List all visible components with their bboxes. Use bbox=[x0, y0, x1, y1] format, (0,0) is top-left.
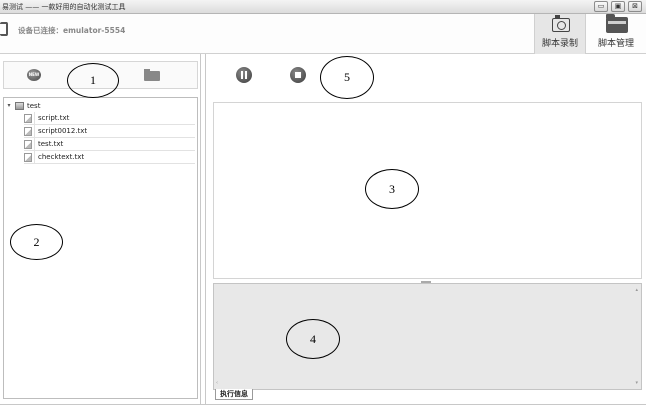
callout-3: 3 bbox=[365, 169, 419, 209]
folder-icon bbox=[606, 14, 628, 33]
status-bar bbox=[0, 404, 646, 416]
execution-panel: ▴ ▾ ‹ 执行信息 bbox=[205, 54, 646, 404]
file-name: script0012.txt bbox=[38, 127, 88, 135]
tab-execution-info[interactable]: 执行信息 bbox=[215, 389, 253, 400]
window-title: 易测试 —— 一款好用的自动化测试工具 bbox=[2, 3, 126, 11]
project-icon bbox=[15, 101, 24, 110]
pause-icon[interactable] bbox=[236, 67, 252, 83]
record-script-label: 脚本录制 bbox=[541, 39, 578, 49]
file-icon bbox=[24, 139, 32, 149]
device-status: 设备已连接：emulator-5554 bbox=[18, 26, 126, 35]
callout-5: 5 bbox=[320, 56, 374, 99]
tree-file-item[interactable]: test.txt bbox=[24, 137, 195, 151]
file-icon bbox=[24, 152, 32, 162]
callout-4: 4 bbox=[286, 319, 340, 359]
file-name: script.txt bbox=[38, 114, 70, 122]
title-bar: 易测试 —— 一款好用的自动化测试工具 ▭ ▣ ⊠ bbox=[0, 0, 646, 14]
device-icon bbox=[0, 22, 8, 36]
tree-root[interactable]: ▾ test bbox=[5, 99, 40, 112]
header: 设备已连接：emulator-5554 脚本录制 脚本管理 bbox=[0, 14, 646, 54]
callout-1: 1 bbox=[67, 63, 119, 98]
maximize-button[interactable]: ▣ bbox=[611, 1, 625, 12]
tree-file-item[interactable]: script.txt bbox=[24, 111, 195, 125]
tree-file-item[interactable]: checktext.txt bbox=[24, 150, 195, 164]
execution-log: ▴ ▾ ‹ bbox=[213, 283, 642, 390]
record-script-button[interactable]: 脚本录制 bbox=[534, 14, 586, 54]
window-controls: ▭ ▣ ⊠ bbox=[594, 1, 642, 12]
tree-root-label: test bbox=[27, 101, 41, 110]
close-button[interactable]: ⊠ bbox=[628, 1, 642, 12]
file-icon bbox=[24, 126, 32, 136]
open-folder-icon[interactable] bbox=[144, 69, 160, 81]
manage-scripts-label: 脚本管理 bbox=[597, 39, 634, 49]
scroll-down-icon[interactable]: ▾ bbox=[635, 380, 638, 386]
file-name: checktext.txt bbox=[38, 153, 85, 161]
scroll-left-icon[interactable]: ‹ bbox=[216, 380, 218, 386]
minimize-button[interactable]: ▭ bbox=[594, 1, 608, 12]
file-name: test.txt bbox=[38, 140, 64, 148]
camera-icon bbox=[552, 15, 570, 32]
new-script-button[interactable]: NEW bbox=[27, 69, 41, 81]
script-editor[interactable] bbox=[213, 102, 642, 279]
manage-scripts-button[interactable]: 脚本管理 bbox=[590, 14, 642, 54]
expand-arrow-icon[interactable]: ▾ bbox=[5, 102, 13, 109]
file-icon bbox=[24, 113, 32, 123]
scroll-up-icon[interactable]: ▴ bbox=[635, 287, 638, 293]
tree-file-item[interactable]: script0012.txt bbox=[24, 124, 195, 138]
stop-icon[interactable] bbox=[290, 67, 306, 83]
callout-2: 2 bbox=[10, 224, 63, 260]
